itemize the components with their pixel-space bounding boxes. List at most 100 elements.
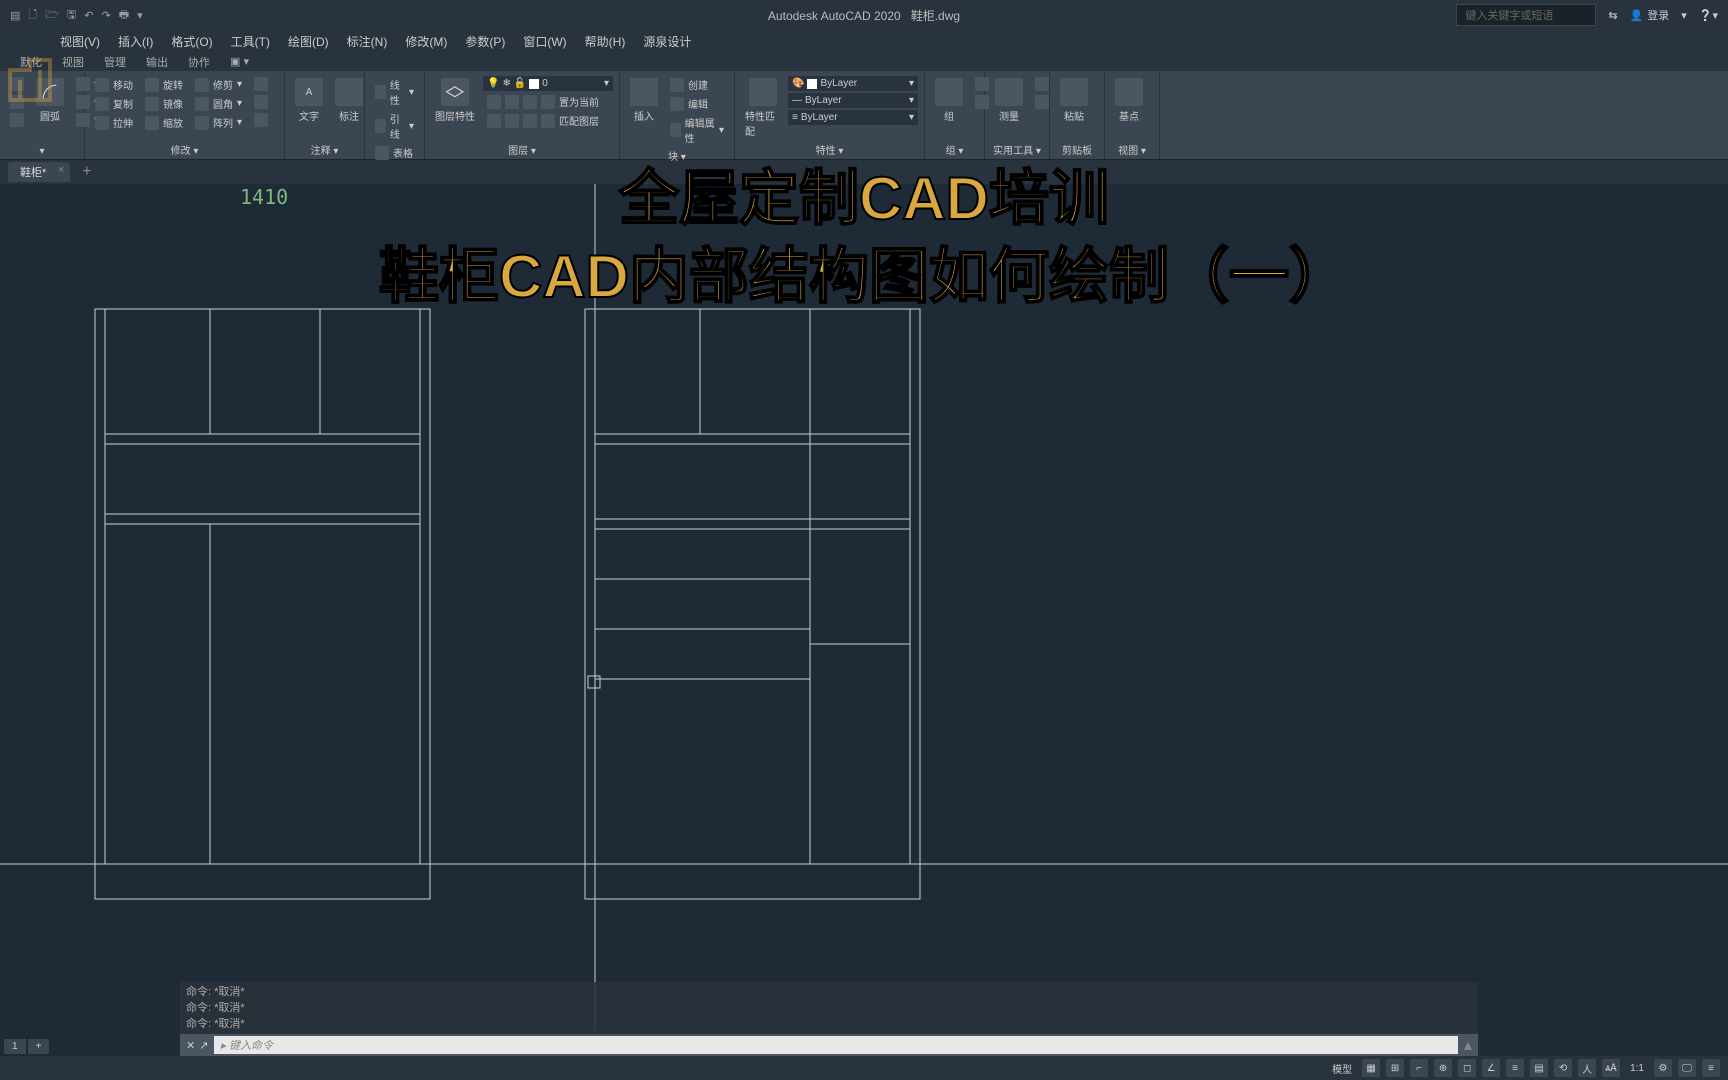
block-edit-button[interactable]: 编辑	[666, 95, 728, 112]
layer-props-button[interactable]: 图层特性	[431, 76, 479, 125]
title-bar: ▤ 🗋 🗁 🖫 ↶ ↷ 🖶 ▾ Autodesk AutoCAD 2020 鞋柜…	[0, 0, 1728, 30]
otrack-icon[interactable]: ∠	[1482, 1059, 1500, 1077]
copy-button[interactable]: 复制	[91, 95, 137, 112]
snap-icon[interactable]: ⊞	[1386, 1059, 1404, 1077]
paste-button[interactable]: 粘贴	[1056, 76, 1092, 125]
model-button[interactable]: 模型	[1328, 1061, 1356, 1076]
monitor-icon[interactable]: 🖵	[1678, 1059, 1696, 1077]
layer-dropdown[interactable]: 💡 ❄ 🔓 0 ▾	[483, 76, 613, 91]
erase-button[interactable]	[250, 76, 272, 92]
add-tab-button[interactable]: +	[74, 163, 99, 181]
menu-help[interactable]: 帮助(H)	[585, 33, 626, 50]
workspace-icon[interactable]: ⚙	[1654, 1059, 1672, 1077]
explode-button[interactable]	[250, 94, 272, 110]
menu-window[interactable]: 窗口(W)	[523, 33, 566, 50]
trim-button[interactable]: 修剪▾	[191, 76, 246, 93]
layout-tab-1[interactable]: 1	[4, 1039, 26, 1054]
customize-icon[interactable]: ≡	[1702, 1059, 1720, 1077]
tab-collab[interactable]: 协作	[188, 54, 210, 70]
text-button[interactable]: A文字	[291, 76, 327, 125]
signin-icon[interactable]: ⇆	[1608, 9, 1617, 22]
layer-match-button[interactable]: 匹配图层	[483, 112, 613, 129]
mirror-button[interactable]: 镜像	[141, 95, 187, 112]
tab-featured-icon[interactable]: ▣ ▾	[230, 55, 249, 68]
osnap-icon[interactable]: ◻	[1458, 1059, 1476, 1077]
modify-panel-label[interactable]: 修改 ▾	[91, 140, 278, 157]
cmd-close-icon[interactable]: ✕	[186, 1039, 195, 1052]
xchange-icon[interactable]: ▾	[1681, 9, 1687, 22]
menu-draw[interactable]: 绘图(D)	[288, 33, 329, 50]
layout-tab-add[interactable]: +	[28, 1039, 50, 1054]
open-icon[interactable]: 🗁	[45, 6, 59, 25]
stretch-button[interactable]: 拉伸	[91, 114, 137, 131]
cycling-icon[interactable]: ⟲	[1554, 1059, 1572, 1077]
grid-icon[interactable]: ▦	[1362, 1059, 1380, 1077]
block-create-button[interactable]: 创建	[666, 76, 728, 93]
menu-yuanquan[interactable]: 源泉设计	[643, 33, 691, 50]
transparency-icon[interactable]: ▤	[1530, 1059, 1548, 1077]
lineweight-icon[interactable]: ≡	[1506, 1059, 1524, 1077]
fillet-button[interactable]: 圆角▾	[191, 95, 246, 112]
annoscale-icon[interactable]: 人	[1578, 1059, 1596, 1077]
annovis-icon[interactable]: 🗚	[1602, 1059, 1620, 1077]
base-button[interactable]: 基点	[1111, 76, 1147, 125]
color-dropdown[interactable]: 🎨ByLayer▾	[788, 76, 918, 91]
polar-icon[interactable]: ⊕	[1434, 1059, 1452, 1077]
array-button[interactable]: 阵列▾	[191, 114, 246, 131]
quick-access-toolbar: ▤ 🗋 🗁 🖫 ↶ ↷ 🖶 ▾	[10, 6, 143, 25]
measure-button[interactable]: 测量	[991, 76, 1027, 125]
scale-button[interactable]: 缩放	[141, 114, 187, 131]
group-button[interactable]: 组	[931, 76, 967, 125]
match-icon	[749, 78, 777, 106]
scale-display[interactable]: 1:1	[1626, 1063, 1648, 1074]
insert-button[interactable]: 插入	[626, 76, 662, 125]
cmd-up-icon[interactable]: ▴	[1458, 1035, 1478, 1055]
menu-view[interactable]: 视图(V)	[60, 33, 100, 50]
lineweight-dropdown[interactable]: ≡ByLayer▾	[788, 110, 918, 125]
menu-tools[interactable]: 工具(T)	[231, 33, 270, 50]
tab-manage[interactable]: 管理	[104, 54, 126, 70]
menu-parametric[interactable]: 参数(P)	[465, 33, 505, 50]
file-tab-active[interactable]: 鞋柜* ×	[8, 162, 70, 182]
close-tab-icon[interactable]: ×	[58, 164, 64, 176]
menu-modify[interactable]: 修改(M)	[405, 33, 447, 50]
save-icon[interactable]: 🖫	[67, 6, 76, 25]
help-icon[interactable]: ❔▾	[1699, 9, 1718, 22]
new-icon[interactable]: 🗋	[28, 6, 37, 25]
tab-output[interactable]: 输出	[146, 54, 168, 70]
print-icon[interactable]: 🖶	[119, 6, 129, 25]
menu-insert[interactable]: 插入(I)	[118, 33, 153, 50]
dim-icon	[335, 78, 363, 106]
undo-icon[interactable]: ↶	[84, 9, 93, 22]
linear-button[interactable]: 线性▾	[371, 76, 418, 108]
cmd-recent-icon[interactable]: ↗	[199, 1039, 208, 1052]
rotate-button[interactable]: 旋转	[141, 76, 187, 93]
ortho-icon[interactable]: ⌐	[1410, 1059, 1428, 1077]
login-button[interactable]: 👤 登录	[1630, 7, 1670, 23]
circle-button[interactable]	[6, 112, 28, 128]
layers-panel-label[interactable]: 图层 ▾	[431, 140, 613, 157]
block-attr-button[interactable]: 编辑属性▾	[666, 114, 728, 146]
redo-icon[interactable]: ↷	[102, 9, 111, 22]
dim-button[interactable]: 标注	[331, 76, 367, 125]
leader-button[interactable]: 引线▾	[371, 110, 418, 142]
linetype-dropdown[interactable]: —ByLayer▾	[788, 93, 918, 108]
qat-dropdown-icon[interactable]: ▾	[137, 9, 143, 22]
view-panel-label[interactable]: 视图 ▾	[1111, 140, 1153, 157]
move-button[interactable]: 移动	[91, 76, 137, 93]
menu-dimension[interactable]: 标注(N)	[347, 33, 388, 50]
annotation-panel-label[interactable]: 注释 ▾	[291, 140, 358, 157]
command-input[interactable]: ▸ 键入命令	[214, 1036, 1458, 1054]
color-swatch	[529, 79, 539, 89]
layer-misc-row[interactable]: 置为当前	[483, 93, 613, 110]
mirror-icon	[145, 97, 159, 111]
app-menu-icon[interactable]: ▤	[10, 9, 20, 22]
search-input[interactable]: 键入关键字或短语	[1456, 4, 1596, 26]
match-props-button[interactable]: 特性匹配	[741, 76, 784, 140]
offset-button[interactable]	[250, 112, 272, 128]
tab-view[interactable]: 视图	[62, 54, 84, 70]
linear-icon	[375, 85, 386, 99]
menu-format[interactable]: 格式(O)	[171, 33, 212, 50]
table-button[interactable]: 表格	[371, 144, 418, 161]
dimension-value: 1410	[240, 185, 288, 209]
